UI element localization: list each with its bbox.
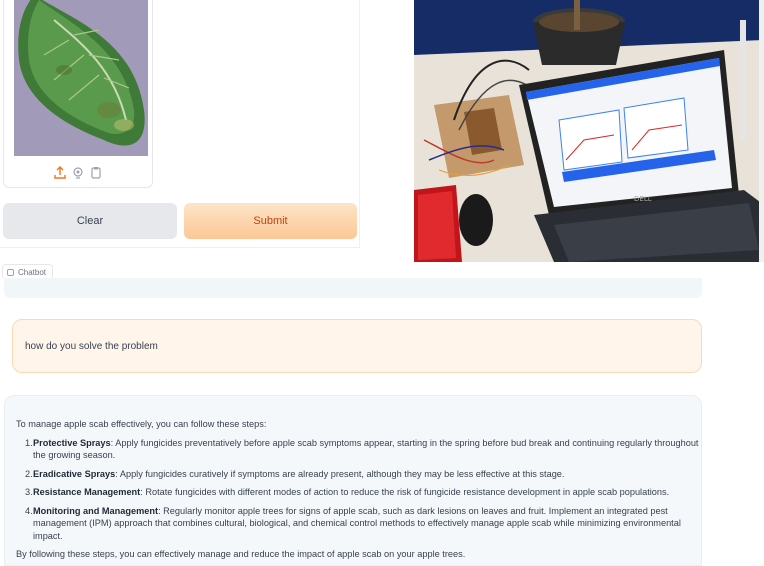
laptop-and-sensors-photo: DELL — [414, 0, 764, 262]
step-title: Eradicative Sprays — [33, 468, 116, 479]
list-item: 2. Eradicative Sprays: Apply fungicides … — [25, 468, 701, 480]
step-number: 3. — [25, 487, 33, 498]
uploaded-leaf-image — [14, 0, 148, 156]
previous-message-bubble — [4, 278, 702, 298]
step-title: Monitoring and Management — [33, 505, 159, 516]
user-message-text: how do you solve the problem — [25, 340, 158, 352]
step-number: 1. — [25, 438, 33, 448]
step-number: 2. — [25, 468, 33, 479]
image-upload-card[interactable] — [3, 0, 153, 188]
svg-text:DELL: DELL — [634, 195, 652, 203]
list-item: 1. Protective Sprays: Apply fungicides p… — [25, 437, 701, 462]
submit-button[interactable]: Submit — [184, 203, 357, 239]
bot-steps-list: 1. Protective Sprays: Apply fungicides p… — [25, 437, 701, 548]
bot-outro-text: By following these steps, you can effect… — [16, 549, 466, 559]
step-text: : Apply fungicides preventatively before… — [33, 438, 699, 461]
user-message-bubble: how do you solve the problem — [12, 319, 702, 373]
leaf-illustration — [14, 0, 148, 156]
bot-intro-text: To manage apple scab effectively, you ca… — [16, 419, 267, 429]
chat-icon — [7, 268, 14, 276]
step-title: Resistance Management — [33, 487, 141, 498]
setup-photo: DELL — [414, 0, 764, 262]
upload-icon[interactable] — [54, 166, 66, 180]
upload-source-toolbar — [4, 164, 152, 182]
list-item: 4. Monitoring and Management: Regularly … — [25, 505, 701, 542]
list-item: 3. Resistance Management: Rotate fungici… — [25, 486, 701, 498]
chatbot-label-text: Chatbot — [18, 267, 47, 277]
bot-message-bubble: To manage apple scab effectively, you ca… — [4, 395, 702, 566]
step-title: Protective Sprays — [33, 438, 111, 448]
step-number: 4. — [25, 505, 33, 516]
step-text: : Rotate fungicides with different modes… — [140, 487, 670, 498]
step-text: : Apply fungicides curatively if symptom… — [115, 468, 565, 479]
clipboard-icon[interactable] — [90, 166, 102, 180]
webcam-icon[interactable] — [72, 166, 84, 180]
clear-button[interactable]: Clear — [3, 203, 177, 239]
